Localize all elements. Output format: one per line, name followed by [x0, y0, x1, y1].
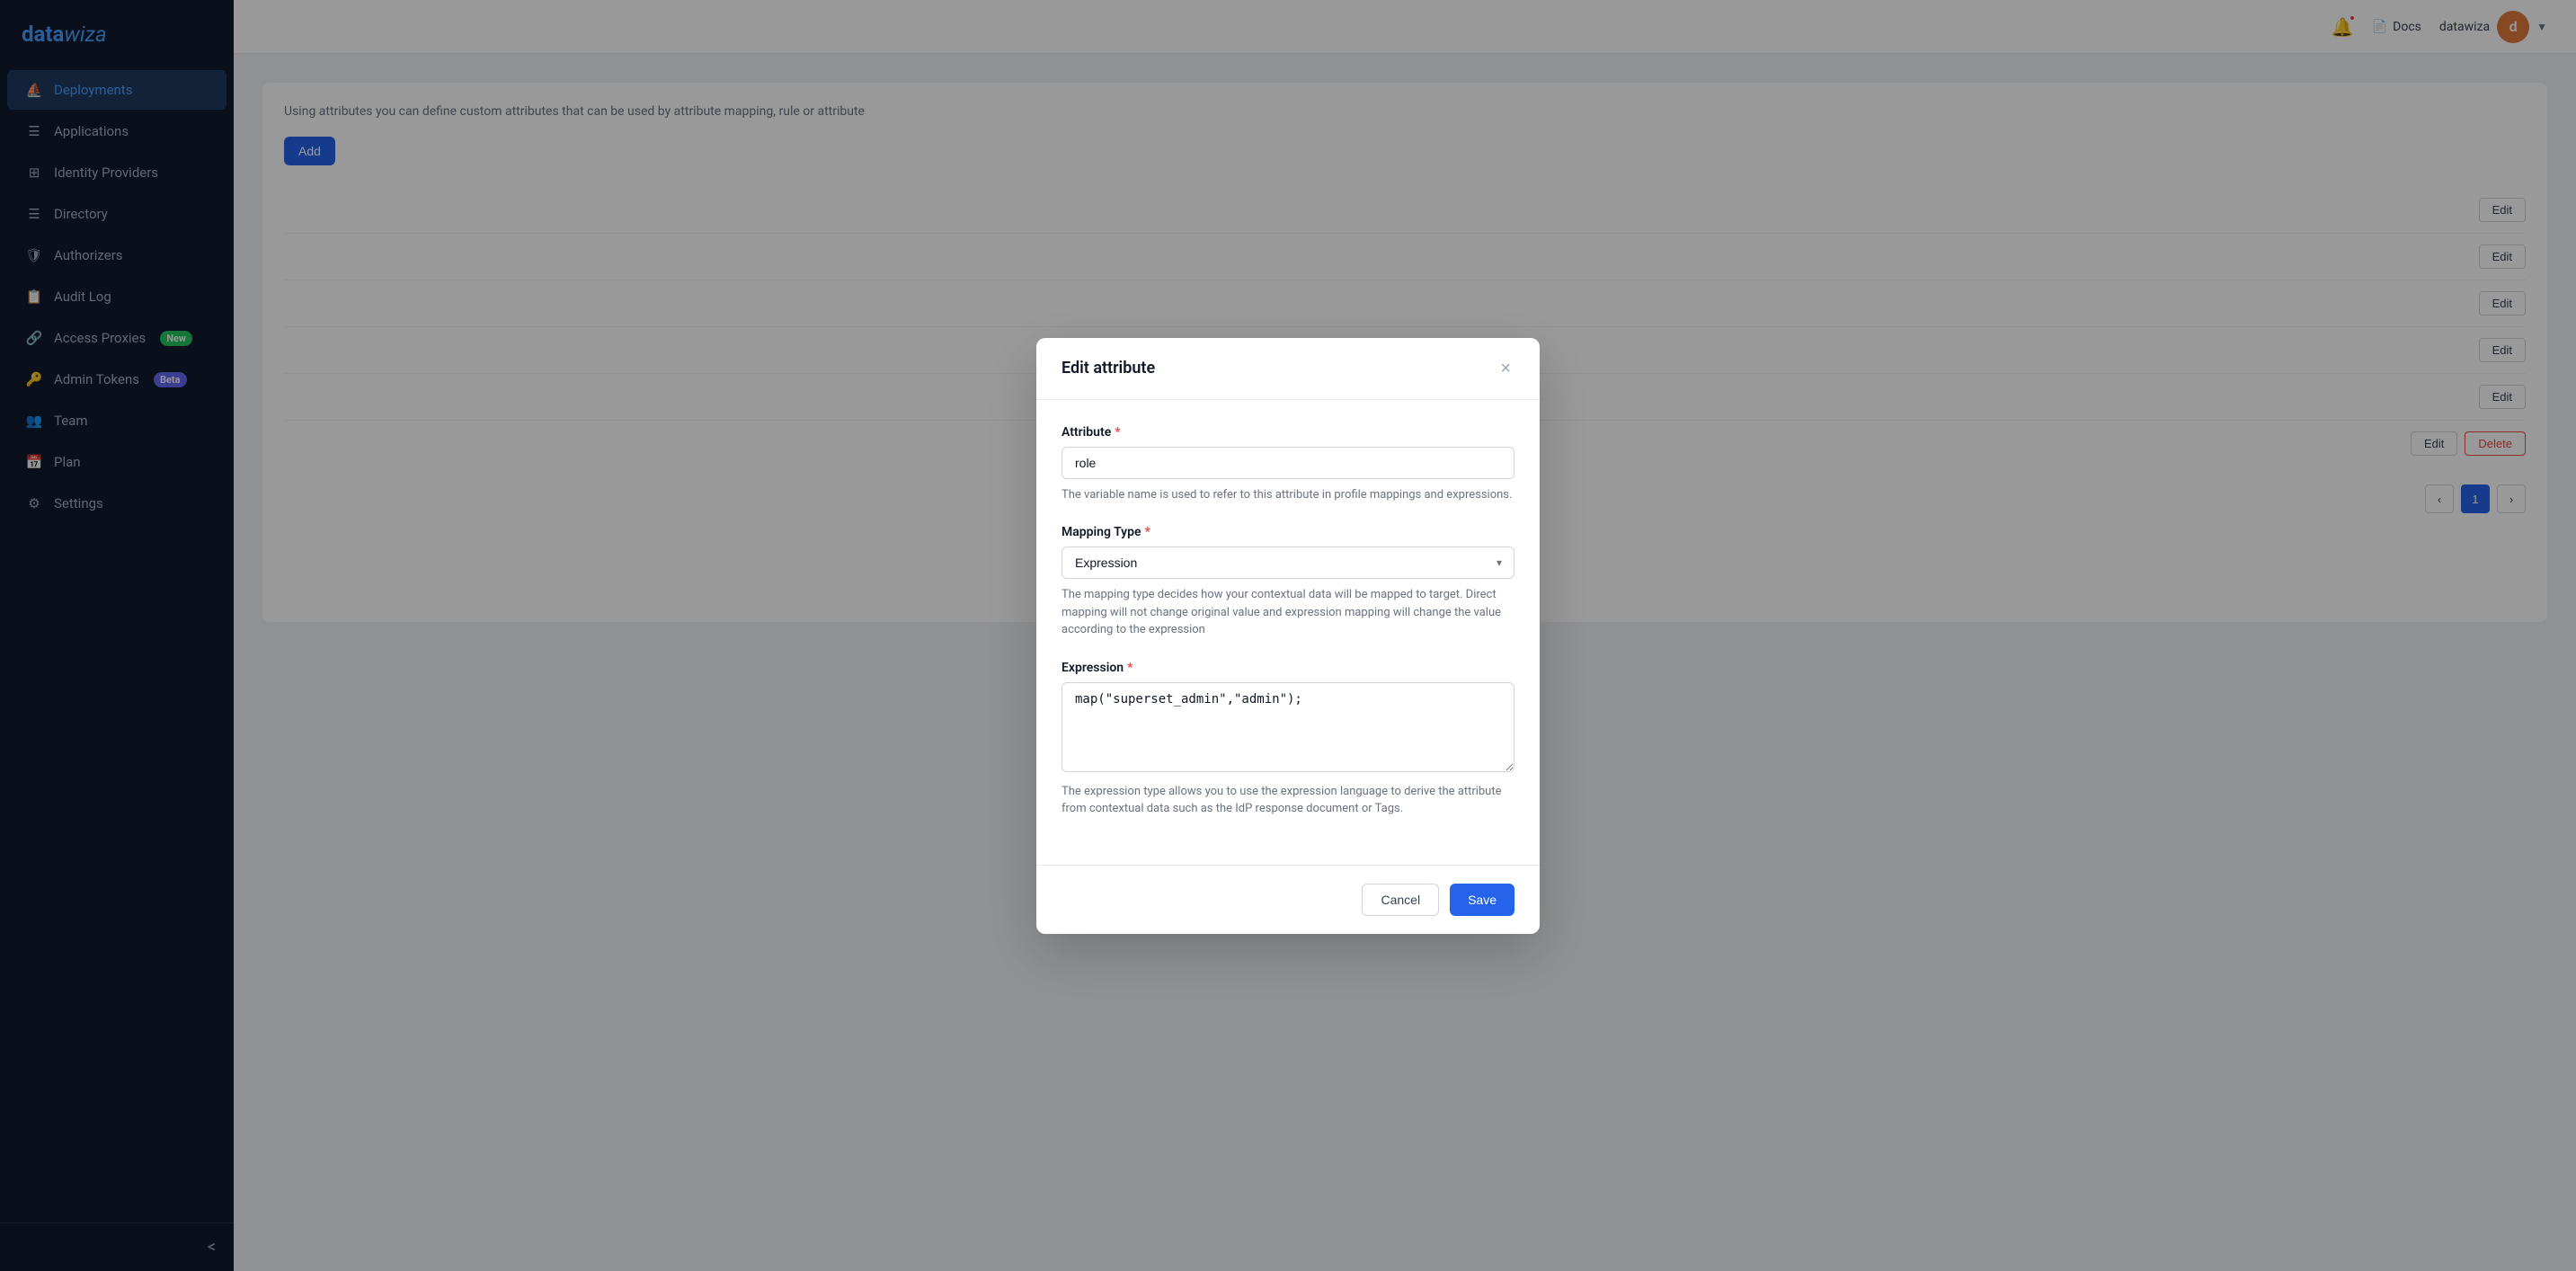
- modal-header: Edit attribute ×: [1036, 338, 1540, 400]
- mapping-type-select-wrapper: Direct Expression ▾: [1061, 547, 1515, 579]
- save-button[interactable]: Save: [1450, 884, 1515, 916]
- attribute-label: Attribute *: [1061, 425, 1515, 440]
- cancel-button[interactable]: Cancel: [1362, 884, 1439, 916]
- attribute-input[interactable]: [1061, 447, 1515, 479]
- expression-field-group: Expression * The expression type allows …: [1061, 661, 1515, 818]
- mapping-type-select[interactable]: Direct Expression: [1061, 547, 1515, 579]
- edit-attribute-modal: Edit attribute × Attribute * The variabl…: [1036, 338, 1540, 934]
- mapping-type-label: Mapping Type *: [1061, 525, 1515, 539]
- mapping-type-required: *: [1145, 525, 1150, 539]
- expression-hint: The expression type allows you to use th…: [1061, 783, 1515, 818]
- modal-footer: Cancel Save: [1036, 865, 1540, 934]
- mapping-type-field-group: Mapping Type * Direct Expression ▾ The m…: [1061, 525, 1515, 639]
- attribute-field-group: Attribute * The variable name is used to…: [1061, 425, 1515, 504]
- modal-close-button[interactable]: ×: [1497, 356, 1515, 381]
- attribute-required: *: [1115, 425, 1120, 440]
- modal-body: Attribute * The variable name is used to…: [1036, 400, 1540, 865]
- modal-title: Edit attribute: [1061, 359, 1155, 378]
- expression-label: Expression *: [1061, 661, 1515, 675]
- modal-overlay: Edit attribute × Attribute * The variabl…: [0, 0, 2576, 1271]
- mapping-type-hint: The mapping type decides how your contex…: [1061, 586, 1515, 639]
- expression-textarea[interactable]: [1061, 682, 1515, 772]
- expression-required: *: [1127, 661, 1133, 675]
- attribute-hint: The variable name is used to refer to th…: [1061, 486, 1515, 504]
